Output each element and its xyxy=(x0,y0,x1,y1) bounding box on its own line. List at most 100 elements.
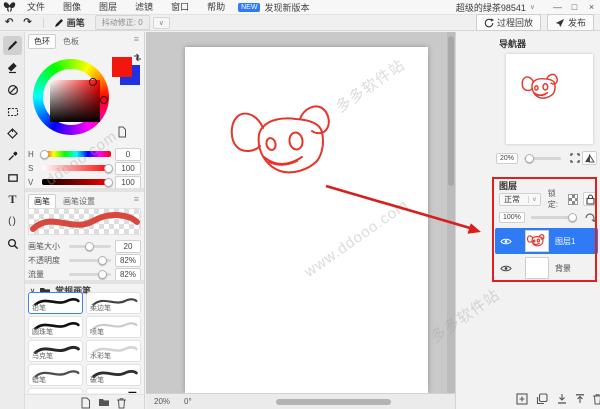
publish-button[interactable]: 发布 xyxy=(546,14,594,31)
text-tool[interactable]: T xyxy=(3,190,22,209)
brush-preset-watercolor[interactable]: 水彩笔 xyxy=(86,340,141,362)
brush-preset-label: 破笔 xyxy=(90,377,104,384)
brush-tool[interactable] xyxy=(3,36,22,55)
shape-tool[interactable] xyxy=(3,168,22,187)
new-folder-icon[interactable] xyxy=(98,397,110,407)
brush-tabs: 画笔 画笔设置 xyxy=(28,194,100,209)
tab-color-wheel[interactable]: 色环 xyxy=(28,34,56,49)
duplicate-layer-icon[interactable] xyxy=(536,393,548,405)
blend-mode-dropdown[interactable]: 正常 ∨ xyxy=(499,192,541,206)
layer-item-background[interactable]: 背景 xyxy=(495,255,598,281)
foreground-color-swatch[interactable] xyxy=(112,57,132,77)
brush-preset-crayon[interactable]: 蜡笔 xyxy=(28,364,83,386)
fill-tool[interactable] xyxy=(3,124,22,143)
close-button[interactable]: × xyxy=(583,0,600,15)
maximize-button[interactable]: □ xyxy=(566,0,583,15)
delete-layer-icon[interactable] xyxy=(592,393,600,405)
brush-opacity-slider[interactable] xyxy=(69,255,111,265)
brush-preset-rough[interactable]: 破笔 xyxy=(86,364,141,386)
canvas-page[interactable] xyxy=(185,47,428,393)
fit-screen-icon[interactable] xyxy=(567,151,582,165)
redo-button[interactable]: ↷ xyxy=(18,17,36,28)
new-brush-icon[interactable] xyxy=(80,397,91,409)
layer-opacity-value[interactable]: 100% xyxy=(499,211,525,223)
brush-flow-slider[interactable] xyxy=(69,269,111,279)
user-account[interactable]: 超级的绿茶98541 xyxy=(456,1,526,14)
menu-file[interactable]: 文件 xyxy=(18,0,54,15)
tab-brush[interactable]: 画笔 xyxy=(28,194,56,209)
layer-visibility-icon[interactable] xyxy=(500,264,512,273)
minimize-button[interactable]: — xyxy=(549,0,566,15)
undo-button[interactable]: ↶ xyxy=(0,17,18,28)
layer-visibility-icon[interactable] xyxy=(500,237,512,246)
sv-marker[interactable] xyxy=(89,78,97,86)
brush-preset-ballpoint[interactable]: 圆珠笔 xyxy=(28,316,83,338)
flip-canvas-icon[interactable] xyxy=(582,151,597,165)
copy-color-icon[interactable] xyxy=(117,126,127,138)
lock-label: 锁定: xyxy=(547,189,558,209)
value-slider[interactable] xyxy=(42,177,113,187)
brush-stroke-preview xyxy=(28,208,141,235)
saturation-slider[interactable] xyxy=(42,163,113,173)
marquee-select-tool[interactable] xyxy=(3,102,22,121)
user-caret-icon: ∨ xyxy=(529,4,535,11)
menu-window[interactable]: 窗口 xyxy=(162,0,198,15)
navigator-thumbnail[interactable] xyxy=(506,54,593,144)
layer-opacity-row: 100% xyxy=(499,210,597,224)
eyedropper-tool[interactable] xyxy=(3,146,22,165)
canvas-rotation[interactable]: 0° xyxy=(184,397,192,406)
hue-label: H xyxy=(28,149,34,159)
merge-down-icon[interactable] xyxy=(556,393,568,405)
brush-size-label: 画笔大小 xyxy=(28,241,60,251)
layer-opacity-slider[interactable] xyxy=(530,212,578,222)
flatten-layer-icon[interactable] xyxy=(574,393,586,405)
layer-item-sketch[interactable]: 图层1 xyxy=(495,228,598,254)
saturation-value[interactable]: 100 xyxy=(115,161,141,175)
saturation-value-picker[interactable] xyxy=(50,80,100,122)
menu-image[interactable]: 图像 xyxy=(54,0,90,15)
horizontal-scrollbar[interactable] xyxy=(276,399,391,405)
clipping-mask-icon[interactable] xyxy=(582,210,597,224)
value-value[interactable]: 100 xyxy=(115,175,141,189)
publish-icon xyxy=(555,18,565,27)
brush-preset-pencil[interactable]: 铅笔 xyxy=(28,292,83,314)
navigator-zoom-slider[interactable] xyxy=(524,153,561,163)
navigator-zoom-value[interactable]: 20% xyxy=(496,152,519,164)
brush-flow-value[interactable]: 82% xyxy=(115,267,141,281)
lock-layer-icon[interactable] xyxy=(583,192,598,206)
brush-preset-softedge[interactable]: 柔边笔 xyxy=(86,292,141,314)
stabilizer-dropdown[interactable]: ∨ xyxy=(152,16,170,29)
tab-swatches[interactable]: 色板 xyxy=(58,35,84,48)
hue-value[interactable]: 0 xyxy=(115,147,141,161)
swap-colors-icon[interactable] xyxy=(133,53,142,62)
smudge-tool[interactable] xyxy=(3,80,22,99)
brush-preset-marker[interactable]: 马克笔 xyxy=(28,340,83,362)
delete-brush-icon[interactable] xyxy=(116,397,127,409)
color-panel-menu-icon[interactable]: ≡ xyxy=(134,34,139,44)
update-link[interactable]: 发现新版本 xyxy=(264,1,309,14)
replay-button[interactable]: 过程回放 xyxy=(475,14,541,31)
tab-brush-settings[interactable]: 画笔设置 xyxy=(58,195,100,208)
lock-alpha-icon[interactable] xyxy=(568,193,579,205)
eraser-tool[interactable] xyxy=(3,58,22,77)
stabilizer-field[interactable]: 抖动修正: 0 xyxy=(94,15,150,30)
canvas-workspace[interactable]: 20% 0° xyxy=(146,32,455,409)
add-layer-icon[interactable] xyxy=(516,393,528,405)
canvas-zoom-level[interactable]: 20% xyxy=(154,397,170,406)
vertical-scrollbar[interactable] xyxy=(447,32,455,393)
brush-size-value[interactable]: 20 xyxy=(115,239,141,253)
menu-filter[interactable]: 滤镜 xyxy=(126,0,162,15)
brush-opacity-value[interactable]: 82% xyxy=(115,253,141,267)
brush-preset-pixel[interactable]: 像素笔 xyxy=(86,388,141,393)
menu-help[interactable]: 帮助 xyxy=(198,0,234,15)
brush-preset-airbrush[interactable]: 喷笔 xyxy=(86,316,141,338)
brush-panel-menu-icon[interactable]: ≡ xyxy=(134,194,139,204)
transform-tool[interactable]: () xyxy=(3,212,22,231)
transform-tool-glyph: () xyxy=(8,216,17,227)
hue-marker[interactable] xyxy=(100,96,108,104)
zoom-tool[interactable] xyxy=(3,234,22,253)
menu-layer[interactable]: 图层 xyxy=(90,0,126,15)
brush-preset-ink[interactable]: 毛笔 xyxy=(28,388,83,393)
brush-size-slider[interactable] xyxy=(69,241,111,251)
hue-slider[interactable] xyxy=(39,149,111,159)
